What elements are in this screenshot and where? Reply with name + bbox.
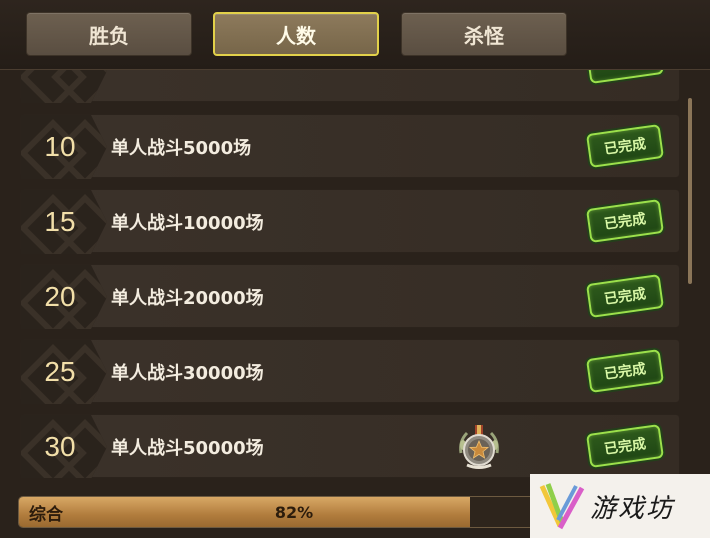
tab-monster-kills[interactable]: 杀怪 bbox=[401, 12, 567, 56]
tab-win-loss[interactable]: 胜负 bbox=[26, 12, 192, 56]
row-title: 单人战斗5000场 bbox=[111, 138, 252, 159]
list-item: 25 单人战斗30000场 已完成 bbox=[20, 339, 680, 404]
row-number: 15 bbox=[44, 206, 76, 237]
row-title: 单人战斗20000场 bbox=[111, 288, 264, 309]
watermark-logo-icon bbox=[539, 483, 585, 530]
row-title: 单人战斗50000场 bbox=[111, 438, 264, 459]
achievement-list[interactable]: 10 单人战斗5000场 已完成 15 单人战斗10000场 已完成 20 单人… bbox=[20, 70, 680, 478]
list-item: 20 单人战斗20000场 已完成 bbox=[20, 264, 680, 329]
site-watermark: 游戏坊 bbox=[530, 474, 710, 538]
list-item: 15 单人战斗10000场 已完成 bbox=[20, 189, 680, 254]
row-number: 10 bbox=[44, 131, 76, 162]
list-item-partial bbox=[20, 70, 680, 103]
star-medal-icon[interactable] bbox=[455, 423, 503, 471]
watermark-text: 游戏坊 bbox=[590, 494, 675, 524]
row-number: 25 bbox=[44, 356, 76, 387]
completed-stamp: 已完成 bbox=[585, 199, 665, 243]
row-title: 单人战斗30000场 bbox=[111, 363, 264, 384]
completed-stamp: 已完成 bbox=[585, 274, 665, 318]
overall-progress-bar: 综合 82% bbox=[18, 496, 570, 528]
progress-percent: 82% bbox=[274, 502, 314, 522]
list-item: 30 单人战斗50000场 已完成 bbox=[20, 414, 680, 478]
row-badge bbox=[21, 70, 107, 103]
row-number: 30 bbox=[44, 431, 76, 462]
scrollbar[interactable] bbox=[688, 98, 692, 284]
completed-stamp: 已完成 bbox=[585, 349, 665, 393]
row-number: 20 bbox=[44, 281, 76, 312]
completed-stamp-partial bbox=[585, 70, 665, 84]
tab-player-count[interactable]: 人数 bbox=[213, 12, 379, 56]
completed-stamp: 已完成 bbox=[585, 424, 665, 468]
tab-bar: 胜负 人数 杀怪 bbox=[0, 0, 710, 70]
row-title: 单人战斗10000场 bbox=[111, 213, 264, 234]
completed-stamp: 已完成 bbox=[585, 124, 665, 168]
list-item: 10 单人战斗5000场 已完成 bbox=[20, 114, 680, 179]
